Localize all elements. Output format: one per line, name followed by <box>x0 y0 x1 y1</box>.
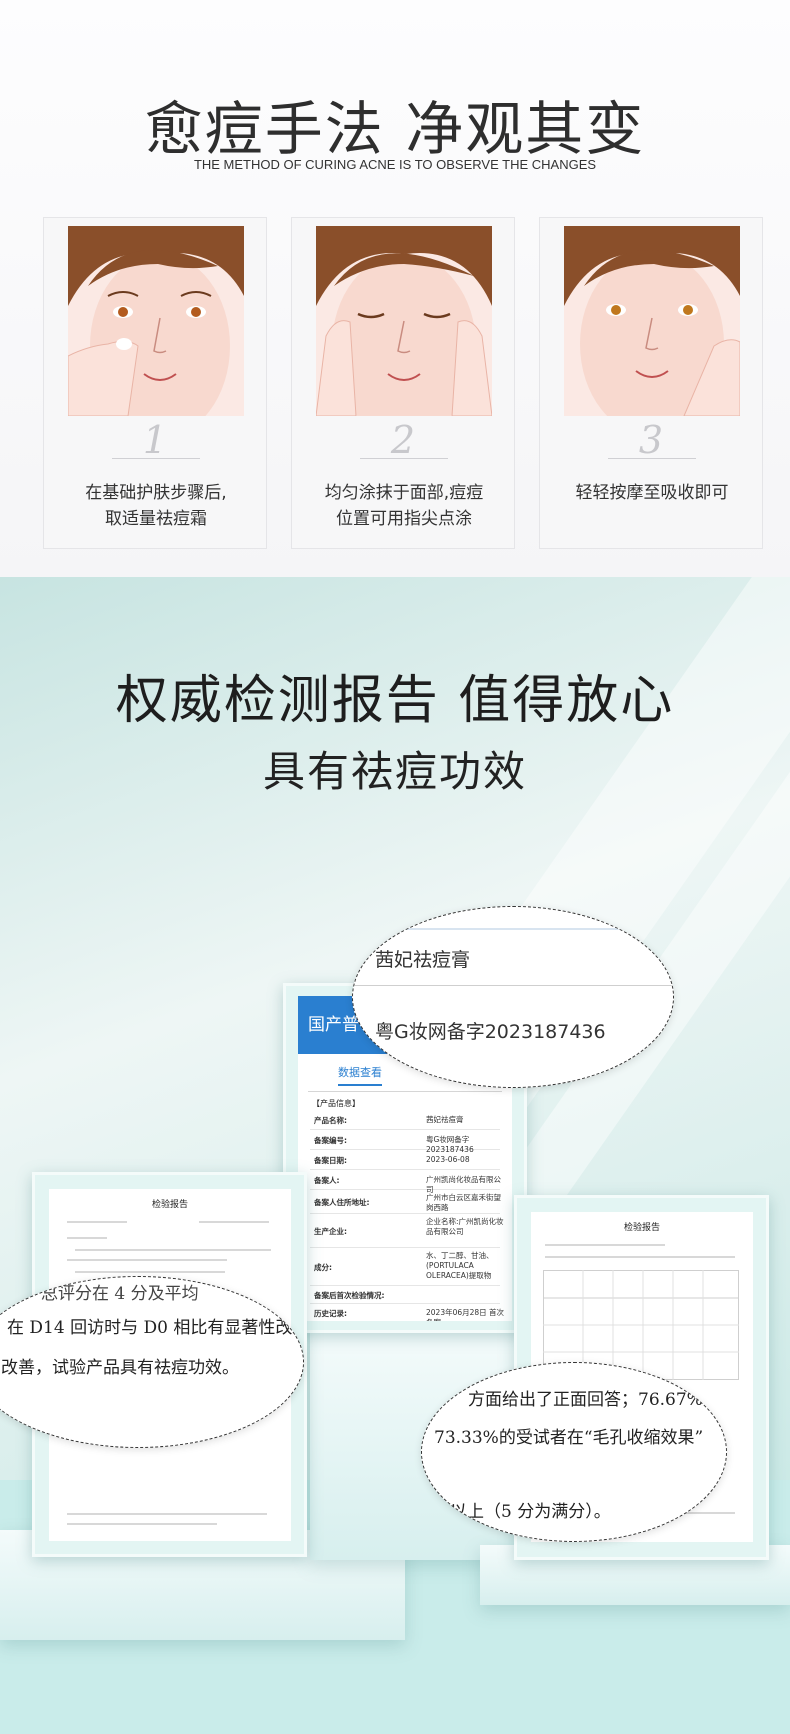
step-divider-2 <box>360 458 448 459</box>
registry-section-label: 【产品信息】 <box>312 1099 360 1108</box>
step-divider-3 <box>608 458 696 459</box>
report-title: 权威检测报告 值得放心 <box>115 671 675 731</box>
text-line <box>199 1221 269 1223</box>
step-number-1: 1 <box>142 418 168 462</box>
step-1-line-1: 在基础护肤步骤后, <box>85 483 227 503</box>
table-row: 备案日期: 2023-06-08 <box>310 1151 500 1170</box>
text-line <box>67 1523 217 1525</box>
text-line <box>67 1513 267 1515</box>
report-subtitle: 具有祛痘功效 <box>254 738 536 799</box>
magnified-text-line-1: 方面给出了正面回答；76.67%的 <box>468 1390 720 1410</box>
magnifier-registry: 茜妃祛痘膏 粤G妆网备字2023187436 <box>352 906 674 1088</box>
method-title: 愈痘手法 净观其变 <box>144 95 646 163</box>
table-row: 备案编号: 粤G妆网备字2023187436 <box>310 1131 500 1154</box>
table-row: 产品名称: 茜妃祛痘膏 <box>310 1111 500 1130</box>
magnified-text-line-2: 在 D14 回访时与 D0 相比有显著性改 <box>7 1318 293 1338</box>
magnified-text-line-1: 总评分在 4 分及平均 <box>41 1284 199 1304</box>
method-section: 愈痘手法 净观其变 THE METHOD OF CURING ACNE IS T… <box>0 0 790 577</box>
report-subtitle-wrap: 具有祛痘功效 <box>0 738 790 799</box>
table-row: 备案后首次检验情况: <box>310 1287 500 1304</box>
table-row: 生产企业: 企业名称:广州凯尚化妆品有限公司 <box>310 1215 504 1248</box>
text-line <box>545 1256 735 1258</box>
registry-divider <box>308 1091 502 1092</box>
magnifier-right-report: 方面给出了正面回答；76.67%的 73.33%的受试者在“毛孔收缩效果” 以上… <box>421 1362 727 1542</box>
step-card-2: 2 均匀涂抹于面部,痘痘 位置可用指尖点涂 <box>291 217 515 549</box>
magnified-text-line-3: 改善，试验产品具有祛痘功效。 <box>1 1358 239 1378</box>
step-3-line-1: 轻轻按摩至吸收即可 <box>575 483 729 503</box>
text-line <box>67 1259 227 1261</box>
face-illustration-3 <box>564 226 740 416</box>
text-line <box>67 1237 107 1239</box>
text-line <box>75 1271 225 1273</box>
method-subtitle: THE METHOD OF CURING ACNE IS TO OBSERVE … <box>193 157 597 172</box>
table-row: 历史记录: 2023年06月28日 首次备案 <box>310 1305 504 1321</box>
step-card-3: 3 轻轻按摩至吸收即可 <box>539 217 763 549</box>
step-card-1: 1 在基础护肤步骤后, 取适量祛痘霜 <box>43 217 267 549</box>
text-line <box>75 1249 271 1251</box>
step-1-line-2: 取适量祛痘霜 <box>105 509 207 529</box>
magnified-text-line-3: 以上（5 分为满分）。 <box>450 1502 611 1522</box>
table-row: 备案人: 广州凯尚化妆品有限公司 <box>310 1171 501 1194</box>
page: 愈痘手法 净观其变 THE METHOD OF CURING ACNE IS T… <box>0 0 790 1734</box>
magnified-product-name: 茜妃祛痘膏 <box>375 949 471 971</box>
magnifier-border-line <box>353 928 673 930</box>
tab-data-view[interactable]: 数据查看 <box>338 1064 382 1086</box>
left-report-title: 检验报告 <box>151 1200 188 1210</box>
face-illustration-2 <box>316 226 492 416</box>
right-report-title: 检验报告 <box>623 1223 660 1233</box>
magnified-text-line-2: 73.33%的受试者在“毛孔收缩效果” <box>434 1428 704 1448</box>
step-number-3: 3 <box>638 418 664 462</box>
text-line <box>67 1221 127 1223</box>
text-line <box>545 1244 665 1246</box>
table-row: 备案人住所地址: 广州市白云区嘉禾街望岗西路 <box>310 1191 501 1214</box>
step-description-2: 均匀涂抹于面部,痘痘 位置可用指尖点涂 <box>302 480 506 532</box>
step-2-line-1: 均匀涂抹于面部,痘痘 <box>324 483 484 503</box>
table-row: 成分: 水、丁二醇、甘油、(PORTULACA OLERACEA)提取物 <box>310 1249 500 1286</box>
magnified-filing-number: 粤G妆网备字2023187436 <box>375 1021 606 1043</box>
step-description-1: 在基础护肤步骤后, 取适量祛痘霜 <box>54 480 258 532</box>
step-description-3: 轻轻按摩至吸收即可 <box>550 480 754 506</box>
step-divider-1 <box>112 458 200 459</box>
magnifier-divider <box>353 985 673 986</box>
step-number-2: 2 <box>390 418 416 462</box>
step-2-line-2: 位置可用指尖点涂 <box>336 509 472 529</box>
face-illustration-1 <box>68 226 244 416</box>
